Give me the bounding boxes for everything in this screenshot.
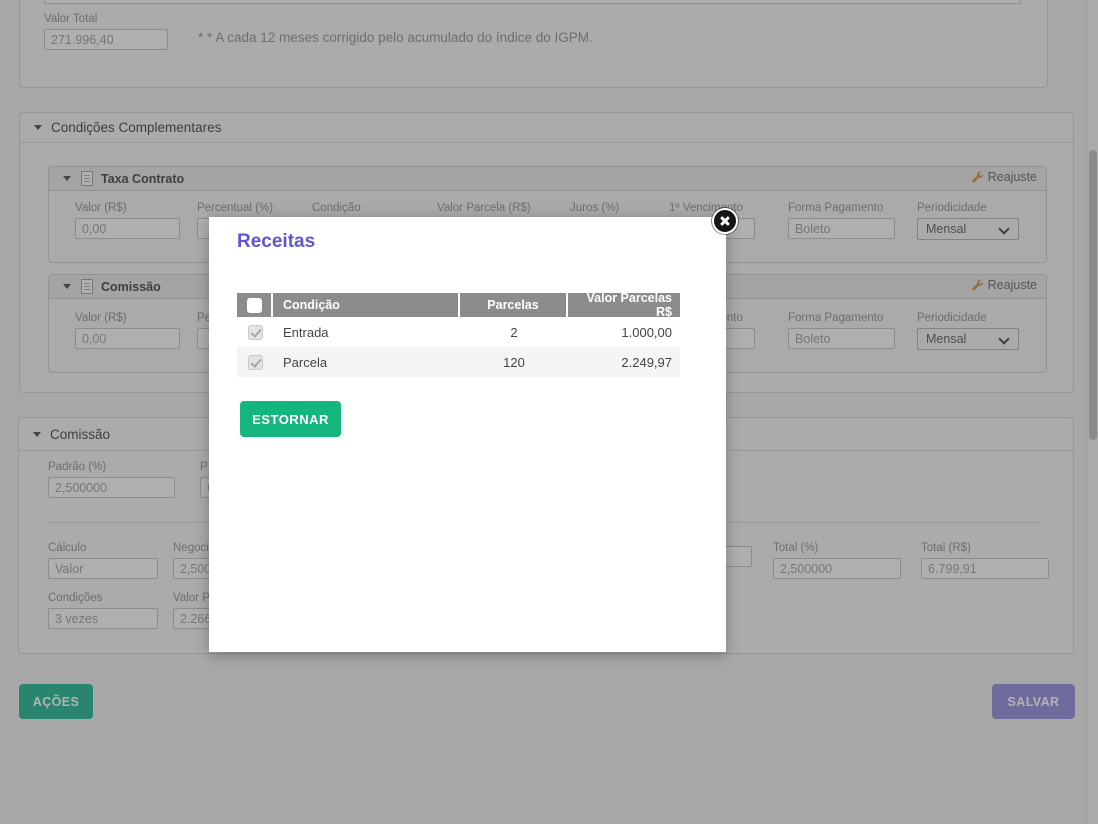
header-valor-parcelas: Valor Parcelas R$: [568, 293, 680, 317]
receitas-modal: Receitas Condição Parcelas Valor Parcela…: [209, 217, 726, 652]
cell-parcelas: 120: [460, 355, 568, 370]
table-header-row: Condição Parcelas Valor Parcelas R$: [237, 293, 680, 317]
cell-parcelas: 2: [460, 325, 568, 340]
header-parcelas: Parcelas: [460, 293, 568, 317]
app-screen: Valor Total * * A cada 12 meses corrigid…: [0, 0, 1098, 824]
table-row: Entrada 2 1.000,00: [237, 317, 680, 347]
receitas-table: Condição Parcelas Valor Parcelas R$ Entr…: [237, 293, 680, 377]
cell-condicao: Entrada: [273, 325, 460, 340]
close-icon[interactable]: [712, 208, 738, 234]
cell-valor: 2.249,97: [568, 355, 680, 370]
header-condicao: Condição: [273, 293, 460, 317]
row-checkbox-checked: [248, 355, 263, 370]
estornar-button[interactable]: ESTORNAR: [240, 401, 341, 437]
select-all-checkbox[interactable]: [247, 298, 262, 313]
table-row: Parcela 120 2.249,97: [237, 347, 680, 377]
cell-valor: 1.000,00: [568, 325, 680, 340]
modal-title: Receitas: [237, 231, 315, 253]
select-all-cell: [237, 293, 273, 317]
row-checkbox-checked: [248, 325, 263, 340]
cell-condicao: Parcela: [273, 355, 460, 370]
